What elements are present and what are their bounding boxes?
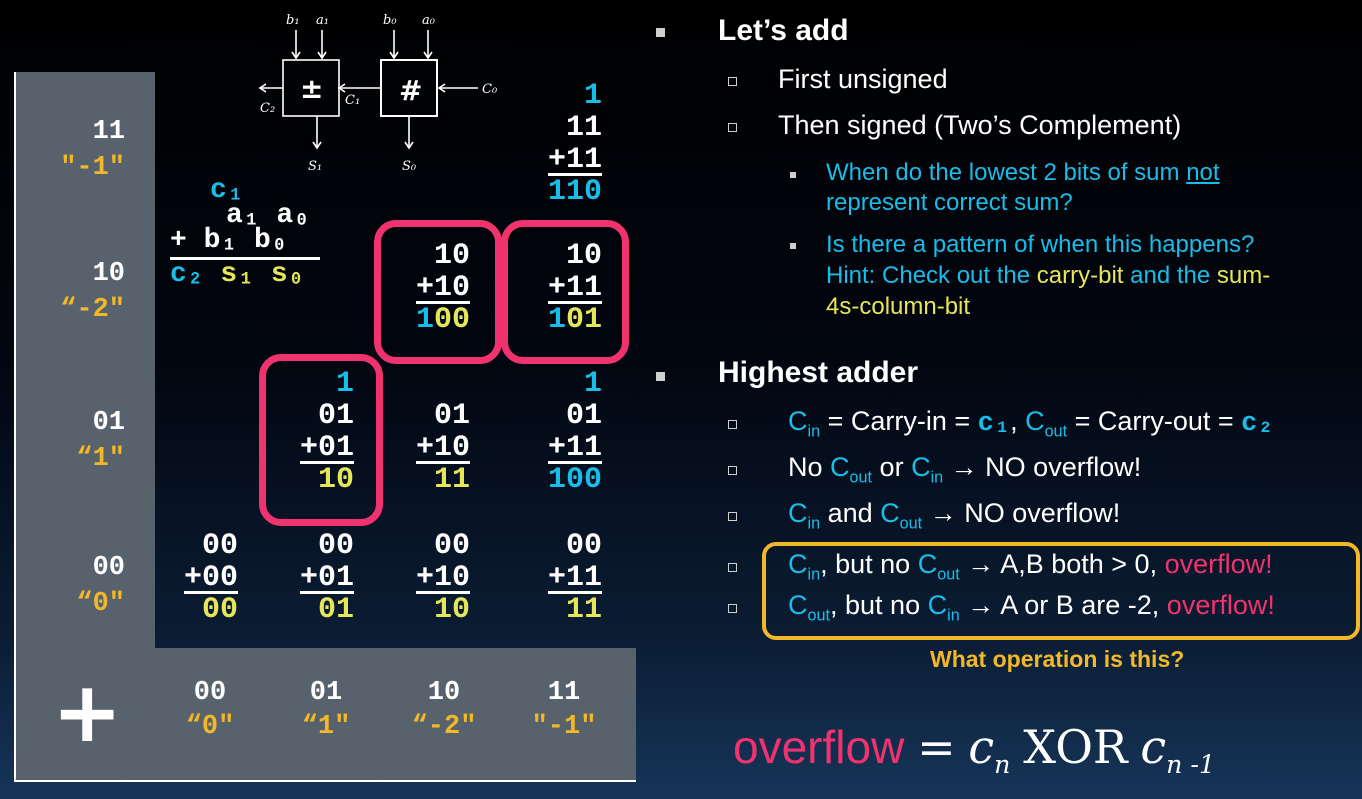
heading-lets-add: Let’s add: [718, 14, 849, 47]
rule-both-carry: Cin and Cout → NO overflow!: [788, 498, 1121, 533]
plus-symbol: +: [52, 663, 123, 761]
circuit-s0: S₀: [402, 159, 417, 174]
overflow-formula: overflow = cn XOR cn -1: [733, 720, 1216, 780]
circuit-left-box: ±: [300, 72, 323, 105]
rule-cin-no-cout: Cin, but no Cout → A,B both > 0, overflo…: [788, 549, 1273, 584]
question-lowest-bits: When do the lowest 2 bits of sum not rep…: [826, 159, 1220, 216]
bullet-icon: [728, 466, 737, 475]
bullet-icon: [790, 172, 796, 178]
bullet-icon: [728, 563, 737, 572]
bullet-icon: [728, 604, 737, 613]
circuit-b1: b₁: [286, 13, 300, 28]
circuit-s1: S₁: [308, 159, 322, 174]
carry-definitions: Cin = Carry-in = c₁, Cout = Carry-out = …: [788, 406, 1274, 441]
circuit-b0: b₀: [383, 13, 397, 28]
rule-cout-no-cin: Cout, but no Cin → A or B are -2, overfl…: [788, 590, 1275, 625]
heading-highest-adder: Highest adder: [718, 356, 919, 389]
sum-cell-00-10: 00 +10 10: [415, 529, 470, 627]
first-unsigned: First unsigned: [778, 64, 948, 94]
bullet-icon: [728, 123, 737, 132]
circuit-c2: C₂: [260, 101, 275, 116]
circuit-a0: a₀: [422, 13, 436, 28]
bullet-icon: [656, 372, 665, 381]
circuit-c0: C₀: [482, 82, 498, 97]
sum-cell-01-11: 1 01 +11 100: [547, 367, 602, 497]
addition-legend: c₁ a₁ a₀ + b₁ b₀ c₂ s₁ s₀: [170, 177, 320, 289]
table-border-bottom: [14, 780, 636, 782]
circuit-right-box: #: [399, 74, 422, 107]
row-label-10: 10 “-2″: [60, 259, 125, 325]
sum-cell-01-01: 1 01 +01 10: [299, 367, 354, 497]
bullet-icon: [728, 420, 737, 429]
row-label-00: 00 “0″: [76, 553, 125, 619]
col-label-00: 00 “0″: [185, 678, 235, 742]
circuit-c1: C₁: [345, 93, 360, 108]
question-pattern: Is there a pattern of when this happens?…: [826, 231, 1271, 320]
question-operation: What operation is this?: [930, 646, 1185, 672]
sum-cell-00-00: 00 +00 00: [183, 529, 238, 627]
bullet-icon: [656, 28, 665, 37]
sum-cell-00-11: 00 +11 11: [547, 529, 602, 627]
sum-cell-10-10: 10 +10 100: [415, 239, 470, 337]
col-label-11: 11 ″-1″: [531, 678, 597, 742]
sum-cell-01-10: 01 +10 11: [415, 399, 470, 497]
bullet-icon: [790, 243, 796, 249]
col-label-10: 10 “-2″: [411, 678, 477, 742]
rule-no-carry: No Cout or Cin → NO overflow!: [788, 452, 1142, 487]
sum-cell-10-11: 10 +11 101: [547, 239, 602, 337]
sum-cell-00-01: 00 +01 01: [299, 529, 354, 627]
bullet-icon: [728, 77, 737, 86]
row-label-11: 11 ″-1″: [60, 117, 125, 183]
then-signed: Then signed (Two’s Complement): [778, 110, 1182, 140]
col-label-01: 01 “1″: [301, 678, 351, 742]
row-label-01: 01 “1″: [76, 408, 125, 474]
adder-circuit-diagram: ± # b₁ a₁ b₀ a₀ C₂ C₁ C₀ S₁ S₀: [258, 13, 498, 174]
bullet-icon: [728, 512, 737, 521]
circuit-a1: a₁: [316, 13, 329, 28]
